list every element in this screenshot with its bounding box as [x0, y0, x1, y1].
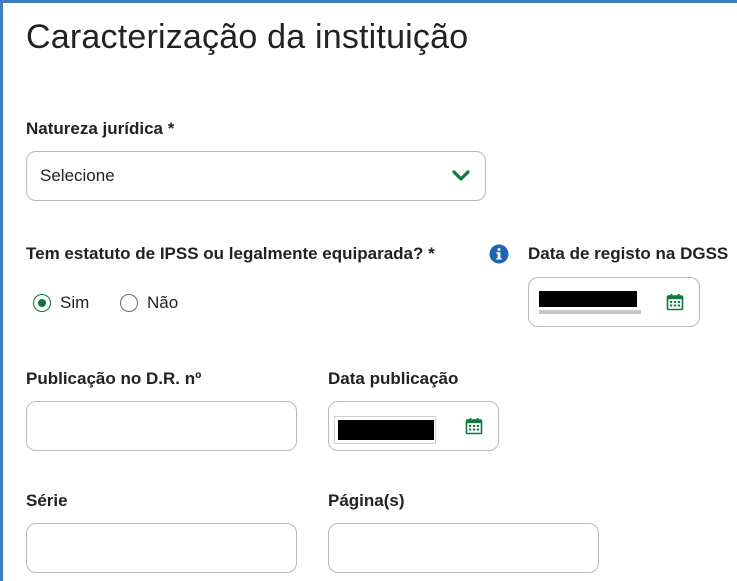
- data-publicacao-label: Data publicação: [328, 369, 459, 388]
- redacted-value: [539, 291, 637, 307]
- serie-label: Série: [26, 491, 68, 510]
- radio-sim-label: Sim: [60, 293, 90, 312]
- info-icon[interactable]: [489, 244, 509, 264]
- publicacao-label: Publicação no D.R. nº: [26, 369, 202, 388]
- data-publicacao-input[interactable]: [328, 401, 499, 451]
- radio-nao[interactable]: Não: [120, 293, 178, 313]
- serie-input[interactable]: [26, 523, 297, 573]
- radio-sim[interactable]: Sim: [33, 293, 89, 313]
- ipss-label: Tem estatuto de IPSS ou legalmente equip…: [26, 244, 435, 263]
- radio-nao-circle[interactable]: [120, 294, 138, 312]
- data-registo-input[interactable]: [528, 277, 700, 327]
- radio-sim-circle[interactable]: [33, 294, 51, 312]
- calendar-icon[interactable]: [666, 293, 684, 311]
- paginas-input[interactable]: [328, 523, 599, 573]
- natureza-juridica-select[interactable]: Selecione: [26, 151, 486, 201]
- calendar-icon[interactable]: [465, 417, 483, 435]
- input-shadow: [539, 310, 641, 314]
- natureza-juridica-label: Natureza jurídica *: [26, 119, 175, 138]
- publicacao-input[interactable]: [26, 401, 297, 451]
- paginas-label: Página(s): [328, 491, 405, 510]
- natureza-juridica-value: Selecione: [40, 166, 115, 185]
- chevron-down-icon: [452, 170, 470, 181]
- radio-nao-label: Não: [147, 293, 179, 312]
- data-registo-label: Data de registo na DGSS: [528, 244, 729, 263]
- page-title: Caracterização da instituição: [26, 18, 469, 56]
- input-inner-frame: [334, 416, 436, 444]
